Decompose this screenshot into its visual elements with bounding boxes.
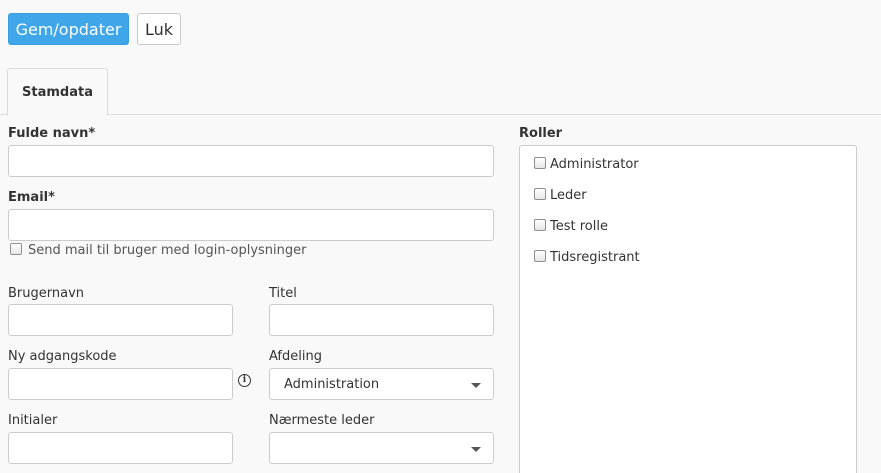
department-select[interactable]: Administration [269,368,494,400]
role-label-administrator: Administrator [550,157,639,172]
new-password-label: Ny adgangskode [8,349,117,364]
role-checkbox-leder[interactable] [534,188,546,200]
close-button[interactable]: Luk [137,13,181,45]
role-label-test-rolle: Test rolle [550,219,608,234]
initials-label: Initialer [8,413,58,428]
roles-label: Roller [519,126,563,141]
manager-label: Nærmeste leder [269,413,375,428]
department-label: Afdeling [269,349,322,364]
title-input[interactable] [269,304,494,336]
role-label-tidsregistrant: Tidsregistrant [550,250,640,265]
role-checkbox-administrator[interactable] [534,157,546,169]
username-input[interactable] [8,304,233,336]
title-label: Titel [269,286,297,301]
send-mail-checkbox[interactable] [10,243,22,255]
email-label: Email* [8,190,55,205]
username-label: Brugernavn [8,286,85,301]
tab-stamdata[interactable]: Stamdata [7,68,108,116]
save-update-button[interactable]: Gem/opdater [8,13,129,45]
chevron-down-icon [471,383,481,388]
tab-bar-divider [0,114,881,115]
info-icon[interactable]: i [238,374,251,387]
roles-list: Administrator Leder Test rolle Tidsregis… [519,145,857,473]
role-label-leder: Leder [550,188,587,203]
role-checkbox-tidsregistrant[interactable] [534,250,546,262]
email-input[interactable] [8,209,494,241]
department-select-value: Administration [284,376,380,392]
full-name-input[interactable] [8,145,494,177]
send-mail-label: Send mail til bruger med login-oplysning… [28,243,307,258]
full-name-label: Fulde navn* [8,126,96,141]
role-checkbox-test-rolle[interactable] [534,219,546,231]
chevron-down-icon [471,447,481,452]
manager-select[interactable] [269,432,494,464]
new-password-input[interactable] [8,368,233,400]
initials-input[interactable] [8,432,233,464]
